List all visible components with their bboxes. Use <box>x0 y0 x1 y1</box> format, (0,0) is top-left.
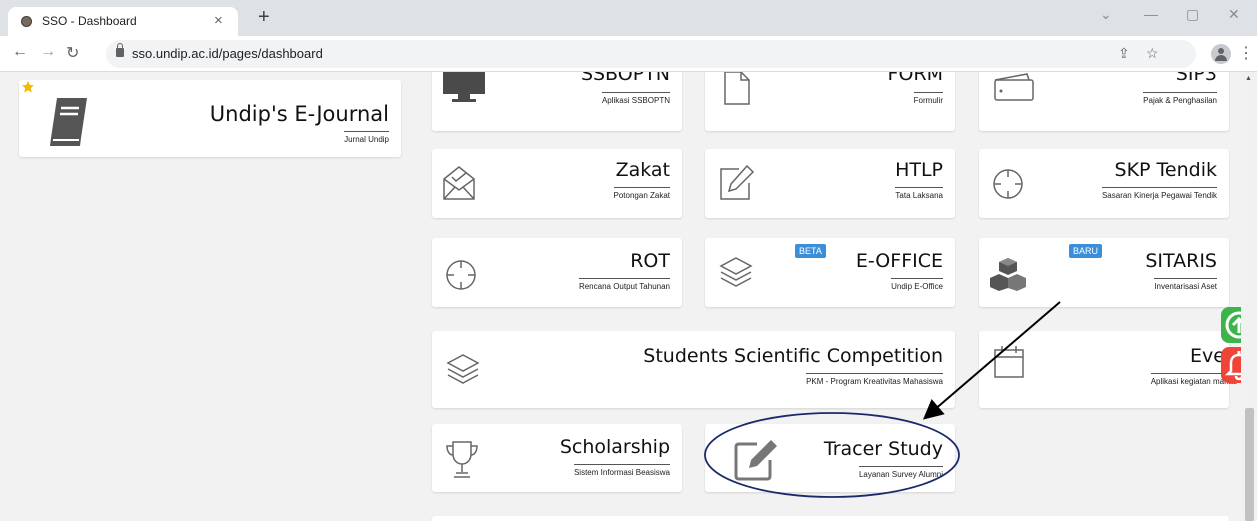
tab-strip: SSO - Dashboard × + ⌄ — ▢ ✕ <box>0 0 1257 36</box>
share-icon[interactable]: ⇪ <box>1118 45 1130 62</box>
page-viewport: Undip's E-Journal Jurnal Undip SSBOPTN A… <box>0 72 1257 521</box>
maximize-button[interactable]: ▢ <box>1186 6 1199 23</box>
address-bar[interactable]: sso.undip.ac.id/pages/dashboard ⇪ ☆ <box>106 40 1196 68</box>
profile-avatar[interactable] <box>1211 44 1231 64</box>
forward-arrow-icon[interactable]: → <box>40 43 56 61</box>
back-arrow-icon[interactable]: ← <box>12 43 28 61</box>
browser-tab[interactable]: SSO - Dashboard × <box>8 7 238 36</box>
annotation-ellipse <box>704 412 960 498</box>
close-window-button[interactable]: ✕ <box>1228 6 1240 23</box>
url-text: sso.undip.ac.id/pages/dashboard <box>132 46 323 61</box>
scroll-up-icon[interactable]: ▲ <box>1245 75 1252 82</box>
bookmark-star-icon[interactable]: ☆ <box>1146 45 1159 62</box>
reload-icon[interactable]: ↻ <box>66 43 79 63</box>
tab-search-button[interactable]: ⌄ <box>1100 6 1112 23</box>
browser-menu-icon[interactable]: ⋮ <box>1238 43 1254 63</box>
annotation-arrow <box>922 301 1061 420</box>
browser-toolbar: ← → ↻ sso.undip.ac.id/pages/dashboard ⇪ … <box>0 36 1257 72</box>
new-tab-button[interactable]: + <box>258 6 270 29</box>
tab-close-button[interactable]: × <box>214 12 223 29</box>
lock-icon <box>116 43 124 57</box>
annotation-overlay <box>704 301 1061 498</box>
minimize-button[interactable]: — <box>1144 6 1158 22</box>
scroll-thumb[interactable] <box>1245 408 1254 521</box>
page-scrollbar[interactable]: ▲ <box>1241 72 1257 521</box>
favicon-icon <box>21 16 32 27</box>
tab-title: SSO - Dashboard <box>42 14 137 28</box>
